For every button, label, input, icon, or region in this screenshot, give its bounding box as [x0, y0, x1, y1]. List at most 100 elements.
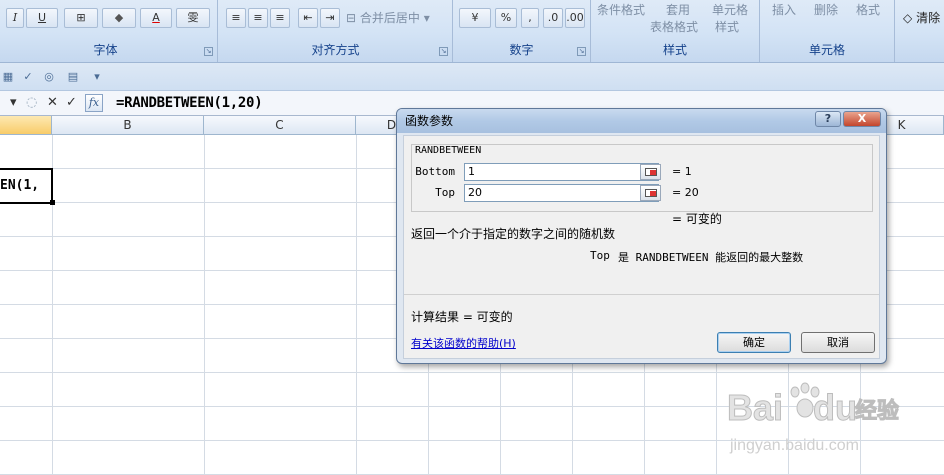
- indent-increase-icon: ⇥: [325, 11, 335, 24]
- font-launcher-icon[interactable]: ↘: [204, 47, 213, 56]
- watermark-du: du: [813, 387, 857, 428]
- cell-a-text: EN(1,: [0, 178, 40, 193]
- grid-icon[interactable]: ▦: [1, 70, 15, 84]
- table-format-top-label: 套用: [666, 3, 691, 17]
- clear-label: 清除: [916, 11, 941, 25]
- table-icon[interactable]: ▤: [66, 70, 80, 84]
- align-left-icon: ≡: [231, 11, 241, 24]
- column-header-a[interactable]: [0, 116, 52, 135]
- font-color-button[interactable]: A: [140, 8, 172, 28]
- format-button[interactable]: 格式: [856, 1, 880, 18]
- bottom-label: Bottom: [415, 165, 455, 178]
- watermark-url: jingyan.baidu.com: [729, 437, 859, 454]
- alignment-group: ≡ ≡ ≡ ⇤ ⇥ ⊟ 合并后居中 ▾ 对齐方式 ↘: [219, 0, 453, 62]
- function-help-link[interactable]: 有关该函数的帮助(H): [411, 335, 516, 351]
- dialog-title: 函数参数: [405, 114, 454, 128]
- merge-center-label: 合并后居中: [359, 11, 420, 25]
- top-input[interactable]: 20: [464, 184, 659, 202]
- print-preview-icon[interactable]: ◎: [42, 70, 56, 84]
- number-group: ¥ % , .0 .00 数字 ↘: [453, 0, 591, 62]
- top-label: Top: [435, 186, 455, 199]
- cancel-entry-icon[interactable]: ✕: [47, 94, 58, 112]
- increase-indent-button[interactable]: ⇥: [320, 8, 340, 28]
- spelling-icon[interactable]: ✓: [21, 70, 35, 84]
- currency-icon: ¥: [471, 11, 479, 24]
- underline-button[interactable]: U: [26, 8, 58, 28]
- column-header-c[interactable]: C: [204, 116, 356, 135]
- comma-button[interactable]: ,: [521, 8, 539, 28]
- grid-row-line: [0, 372, 944, 373]
- table-format-button[interactable]: 表格格式: [650, 18, 698, 35]
- styles-group-label: 样式: [662, 43, 687, 57]
- styles-group: 条件格式 套用 表格格式 单元格 样式 样式: [591, 0, 760, 62]
- function-arguments-dialog: 函数参数 ? X RANDBETWEEN Bottom 1 = 1 Top 20…: [396, 108, 887, 364]
- border-button[interactable]: ⊞: [64, 8, 98, 28]
- watermark-jingyan: 经验: [855, 398, 899, 424]
- fill-handle[interactable]: [50, 200, 55, 205]
- delete-button[interactable]: 删除: [814, 1, 838, 18]
- alignment-group-label: 对齐方式: [311, 43, 360, 57]
- resize-handle-icon[interactable]: ◌: [26, 94, 37, 112]
- close-button[interactable]: X: [843, 111, 881, 127]
- font-group: I U ⊞ ◆ A 雯 字体 ↘: [0, 0, 218, 62]
- align-right-button[interactable]: ≡: [270, 8, 290, 28]
- align-center-icon: ≡: [253, 11, 263, 24]
- watermark-bai: Bai: [727, 387, 783, 428]
- cancel-button[interactable]: 取消: [801, 332, 875, 353]
- phonetic-button[interactable]: 雯: [176, 8, 210, 28]
- arg-help-name: Top: [590, 249, 610, 262]
- top-result: = 20: [672, 186, 699, 199]
- conditional-format-button[interactable]: 条件格式: [597, 1, 645, 18]
- italic-button[interactable]: I: [6, 8, 24, 28]
- insert-function-icon[interactable]: fx: [85, 94, 103, 112]
- accounting-button[interactable]: ¥: [459, 8, 491, 28]
- arg-help-text: 是 RANDBETWEEN 能返回的最大整数: [618, 251, 804, 264]
- calc-result: 计算结果 = 可变的: [411, 310, 513, 324]
- grid-column-line: [204, 135, 205, 475]
- alignment-launcher-icon[interactable]: ↘: [439, 47, 448, 56]
- ribbon: I U ⊞ ◆ A 雯 字体 ↘ ≡ ≡ ≡ ⇤ ⇥ ⊟ 合并后居中 ▾ 对齐方…: [0, 0, 944, 63]
- number-group-label: 数字: [509, 43, 534, 57]
- name-box-dropdown-icon[interactable]: ▾: [10, 94, 17, 112]
- merge-center-button[interactable]: ⊟ 合并后居中 ▾: [346, 9, 430, 26]
- chevron-down-icon: ▾: [423, 11, 430, 25]
- help-button[interactable]: ?: [815, 111, 841, 127]
- baidu-jingyan-watermark: Bai du 经验 jingyan.baidu.com: [727, 382, 900, 454]
- percent-button[interactable]: %: [495, 8, 517, 28]
- column-header-b[interactable]: B: [52, 116, 204, 135]
- bottom-input[interactable]: 1: [464, 163, 659, 181]
- indent-decrease-icon: ⇤: [303, 11, 313, 24]
- quick-access-toolbar: ▦ ✓ ◎ ▤ ▾: [0, 63, 944, 91]
- customize-qat-icon[interactable]: ▾: [90, 70, 104, 84]
- fill-color-button[interactable]: ◆: [102, 8, 136, 28]
- ok-button[interactable]: 确定: [717, 332, 791, 353]
- dialog-body: RANDBETWEEN Bottom 1 = 1 Top 20 = 20 = 可…: [403, 135, 880, 359]
- cells-group-label: 单元格: [808, 43, 845, 57]
- insert-button[interactable]: 插入: [772, 1, 796, 18]
- formula-input[interactable]: =RANDBETWEEN(1,20): [116, 93, 263, 113]
- confirm-entry-icon[interactable]: ✓: [66, 94, 77, 112]
- align-center-button[interactable]: ≡: [248, 8, 268, 28]
- fill-bucket-icon: ◆: [114, 11, 124, 24]
- bottom-collapse-button[interactable]: [640, 164, 661, 180]
- increase-decimal-button[interactable]: .0: [543, 8, 563, 28]
- align-right-icon: ≡: [275, 11, 285, 24]
- eraser-icon: ◇: [903, 11, 913, 25]
- top-collapse-button[interactable]: [640, 185, 661, 201]
- cells-group: 插入 删除 格式 单元格: [760, 0, 895, 62]
- function-description: 返回一个介于指定的数字之间的随机数: [411, 227, 616, 241]
- cell-style-top-label: 单元格: [712, 3, 749, 17]
- decimal-increase-icon: .0: [547, 11, 559, 24]
- overall-result: = 可变的: [672, 212, 722, 226]
- dialog-titlebar[interactable]: 函数参数 ? X: [397, 109, 886, 133]
- decrease-decimal-button[interactable]: .00: [565, 8, 585, 28]
- clear-button[interactable]: ◇ 清除: [903, 9, 940, 26]
- number-launcher-icon[interactable]: ↘: [577, 47, 586, 56]
- align-left-button[interactable]: ≡: [226, 8, 246, 28]
- font-group-label: 字体: [93, 43, 118, 57]
- decrease-indent-button[interactable]: ⇤: [298, 8, 318, 28]
- merge-icon: ⊟: [346, 11, 357, 25]
- grid-column-line: [356, 135, 357, 475]
- cell-style-button[interactable]: 样式: [715, 18, 739, 35]
- function-name: RANDBETWEEN: [415, 145, 482, 156]
